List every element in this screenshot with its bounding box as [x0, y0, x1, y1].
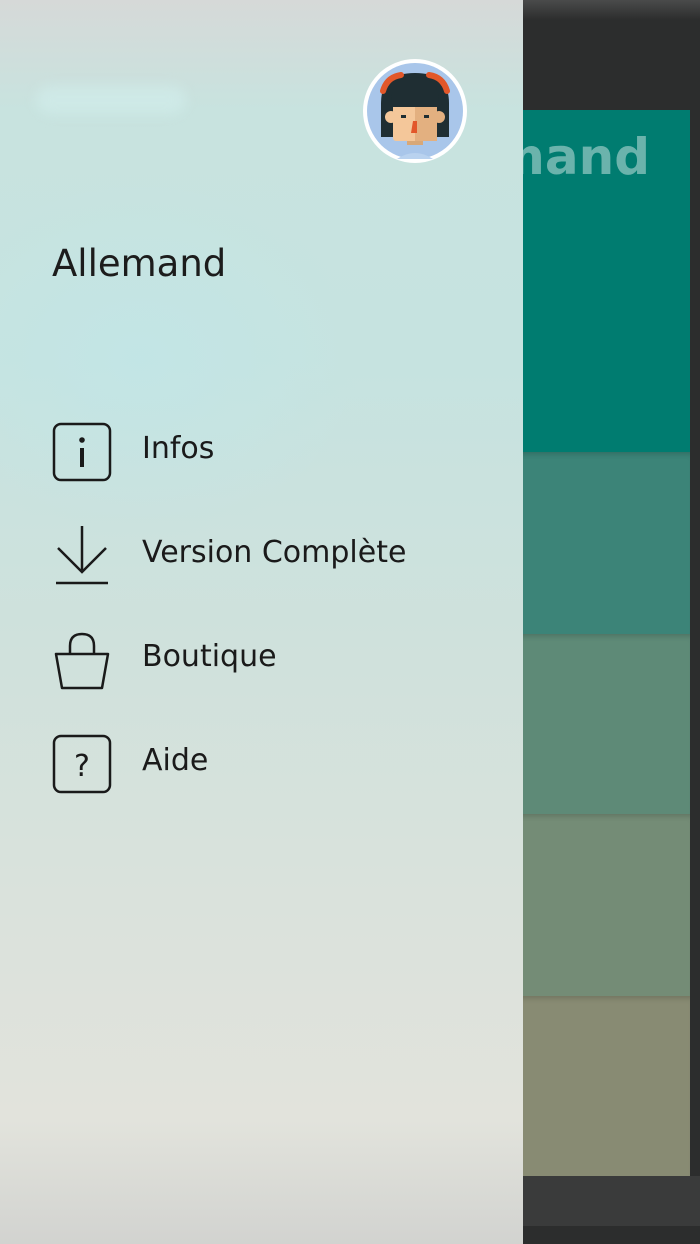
info-icon [50, 420, 114, 484]
help-icon: ? [50, 732, 114, 796]
avatar[interactable] [363, 59, 467, 163]
navigation-drawer: Allemand Infos Version Complète Boutique… [0, 0, 523, 1244]
menu-item-version-complete[interactable]: Version Complète [0, 504, 523, 608]
download-icon [50, 524, 114, 588]
blurred-title-shadow [36, 86, 186, 114]
avatar-girl-icon [367, 63, 463, 159]
menu-item-infos[interactable]: Infos [0, 400, 523, 504]
app-name-title: Allemand [52, 242, 227, 285]
menu-item-aide[interactable]: ? Aide [0, 712, 523, 816]
menu-item-label: Infos [142, 431, 215, 466]
menu-item-label: Version Complète [142, 535, 407, 570]
menu-item-label: Boutique [142, 639, 277, 674]
menu-item-boutique[interactable]: Boutique [0, 608, 523, 712]
shopping-bag-icon [50, 628, 114, 692]
menu-item-label: Aide [142, 743, 209, 778]
svg-text:?: ? [74, 749, 90, 784]
